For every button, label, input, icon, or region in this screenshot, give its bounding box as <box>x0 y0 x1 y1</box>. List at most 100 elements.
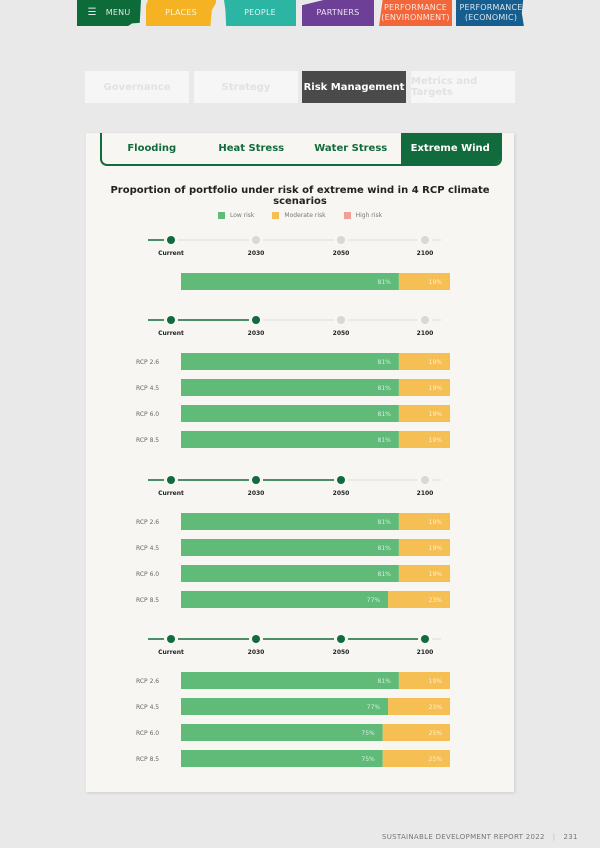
risk-chart: Current 2030 2050 2100 81% 19% Current 2030 2050… <box>136 236 450 767</box>
bar-label-low: 77% <box>367 597 381 604</box>
timeline-dot-2030 <box>252 236 260 244</box>
bar-label-moderate: 19% <box>429 359 443 366</box>
timeline-label: 2050 <box>333 490 350 497</box>
nav-econ-line1: PERFORMANCE <box>459 3 523 12</box>
bar-label-moderate: 19% <box>429 678 443 685</box>
timeline-label: 2030 <box>248 649 265 656</box>
bar-label-low: 81% <box>378 545 392 552</box>
bar-label-low: 81% <box>378 437 392 444</box>
timeline-label: 2030 <box>248 490 265 497</box>
bar-low-risk <box>181 379 399 396</box>
timeline-label: Current <box>158 490 184 497</box>
nav-people-label: PEOPLE <box>244 8 276 17</box>
bar-label-moderate: 19% <box>429 411 443 418</box>
page-number: 231 <box>563 833 578 841</box>
bar-moderate-risk <box>398 273 450 290</box>
timeline-label: 2050 <box>333 649 350 656</box>
bar-label-low: 77% <box>367 704 381 711</box>
bar-low-risk <box>181 565 399 582</box>
rcp-scenario-label: RCP 6.0 <box>136 730 159 737</box>
bar-label-moderate: 25% <box>429 756 443 763</box>
bar-label-moderate: 19% <box>429 385 443 392</box>
nav-performance-environment[interactable]: PERFORMANCE (ENVIRONMENT) <box>379 0 452 26</box>
timeline-label: 2100 <box>417 250 434 257</box>
timeline-label: Current <box>158 330 184 337</box>
rcp-scenario-label: RCP 4.5 <box>136 385 159 392</box>
rcp-scenario-label: RCP 6.0 <box>136 411 159 418</box>
timeline-dot-2100 <box>421 476 429 484</box>
footer-separator: | <box>552 833 556 841</box>
nav-people[interactable]: PEOPLE <box>224 0 296 26</box>
timeline-dot-2050 <box>337 236 345 244</box>
bar-low-risk <box>181 353 399 370</box>
timeline-dot-current <box>167 476 175 484</box>
bar-label-low: 75% <box>361 730 375 737</box>
timeline-dot-2100 <box>421 316 429 324</box>
rcp-scenario-label: RCP 6.0 <box>136 571 159 578</box>
section-tabs: Governance Strategy Risk Management Metr… <box>85 71 515 103</box>
bar-label-low: 81% <box>378 359 392 366</box>
rcp-scenario-label: RCP 2.6 <box>136 678 159 685</box>
nav-performance-environment-label: PERFORMANCE (ENVIRONMENT) <box>381 3 449 23</box>
top-navigation: ☰ MENU PLACES PEOPLE PARTNERS PERFORMANC… <box>76 0 526 27</box>
bar-label-low: 81% <box>378 411 392 418</box>
bar-label-moderate: 23% <box>429 597 443 604</box>
bar-moderate-risk <box>398 405 450 422</box>
timeline-dot-2030 <box>252 476 260 484</box>
bar-moderate-risk <box>398 353 450 370</box>
bar-label-low: 81% <box>378 571 392 578</box>
bar-moderate-risk <box>398 431 450 448</box>
hamburger-icon: ☰ <box>87 7 97 18</box>
nav-partners-label: PARTNERS <box>316 8 360 17</box>
bar-low-risk <box>181 513 399 530</box>
rcp-scenario-label: RCP 2.6 <box>136 359 159 366</box>
bar-label-moderate: 19% <box>429 437 443 444</box>
bar-low-risk <box>181 405 399 422</box>
bar-low-risk <box>181 273 399 290</box>
bar-moderate-risk <box>398 565 450 582</box>
bar-moderate-risk <box>398 513 450 530</box>
nav-partners[interactable]: PARTNERS <box>302 0 374 26</box>
timeline-dot-2100 <box>421 635 429 643</box>
timeline-label: 2100 <box>417 490 434 497</box>
timeline-label: Current <box>158 649 184 656</box>
timeline-dot-2030 <box>252 316 260 324</box>
bar-label-low: 81% <box>378 385 392 392</box>
nav-menu-button[interactable]: ☰ MENU <box>77 0 141 26</box>
bar-moderate-risk <box>398 539 450 556</box>
rcp-scenario-label: RCP 8.5 <box>136 597 159 604</box>
tab-governance[interactable]: Governance <box>85 71 189 103</box>
rcp-scenario-label: RCP 8.5 <box>136 756 159 763</box>
bar-label-moderate: 25% <box>429 730 443 737</box>
bar-low-risk <box>181 431 399 448</box>
bar-label-moderate: 23% <box>429 704 443 711</box>
bar-label-moderate: 19% <box>429 279 443 286</box>
timeline-label: 2100 <box>417 330 434 337</box>
bar-label-low: 81% <box>378 678 392 685</box>
nav-places[interactable]: PLACES <box>146 0 216 26</box>
risk-card: Flooding Heat Stress Water Stress Extrem… <box>86 133 514 792</box>
tab-risk-management[interactable]: Risk Management <box>302 71 406 103</box>
tab-strategy[interactable]: Strategy <box>194 71 298 103</box>
tab-metrics-and-targets[interactable]: Metrics and Targets <box>411 71 515 103</box>
bar-label-low: 75% <box>361 756 375 763</box>
timeline-dot-2100 <box>421 236 429 244</box>
timeline-label: 2050 <box>333 250 350 257</box>
rcp-scenario-label: RCP 2.6 <box>136 519 159 526</box>
bar-low-risk <box>181 539 399 556</box>
rcp-scenario-label: RCP 4.5 <box>136 545 159 552</box>
bar-moderate-risk <box>398 379 450 396</box>
timeline-label: 2050 <box>333 330 350 337</box>
nav-performance-economic[interactable]: PERFORMANCE (ECONOMIC) <box>456 0 524 26</box>
bar-moderate-risk <box>398 672 450 689</box>
timeline-dot-current <box>167 635 175 643</box>
timeline-label: 2100 <box>417 649 434 656</box>
timeline-dot-2050 <box>337 476 345 484</box>
nav-econ-line2: (ECONOMIC) <box>464 13 518 22</box>
rcp-scenario-label: RCP 8.5 <box>136 437 159 444</box>
nav-performance-economic-label: PERFORMANCE (ECONOMIC) <box>459 3 522 23</box>
timeline-dot-2030 <box>252 635 260 643</box>
bar-low-risk <box>181 591 389 608</box>
timeline-label: Current <box>158 250 184 257</box>
nav-env-line2: (ENVIRONMENT) <box>381 13 450 22</box>
